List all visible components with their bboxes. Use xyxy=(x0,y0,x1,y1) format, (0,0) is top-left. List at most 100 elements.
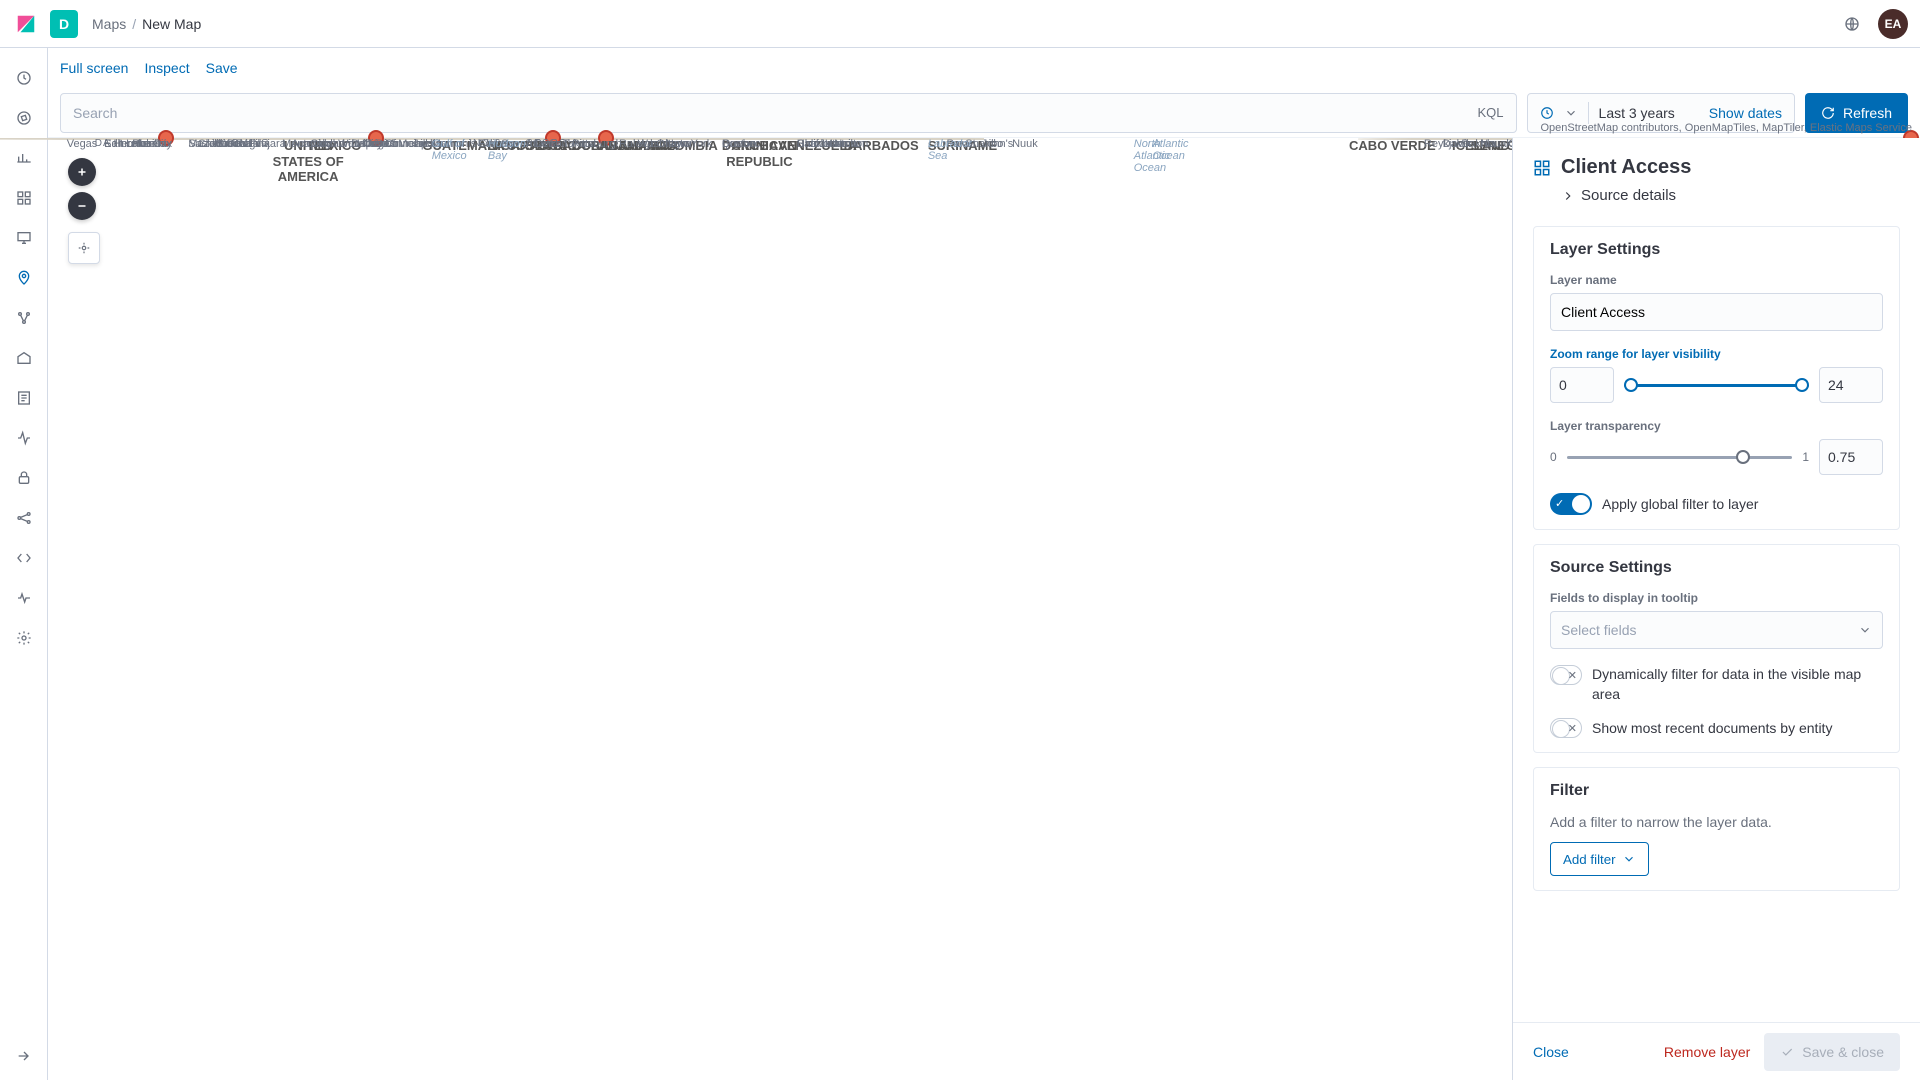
dynamic-filter-toggle[interactable]: ✕ xyxy=(1550,665,1582,685)
nav-recent-icon[interactable] xyxy=(12,66,36,90)
transparency-value-input[interactable]: 0.75 xyxy=(1819,439,1883,475)
chevron-down-icon xyxy=(1564,106,1578,120)
nav-apm-icon[interactable] xyxy=(12,426,36,450)
city-label: Guadalajara xyxy=(226,138,286,150)
remove-layer-button[interactable]: Remove layer xyxy=(1664,1044,1750,1060)
apply-global-filter-toggle[interactable]: ✓ xyxy=(1550,493,1592,515)
city-label: Raleigh xyxy=(619,138,656,150)
layer-settings-section: Layer Settings Layer name Zoom range for… xyxy=(1533,226,1900,530)
city-label: Atlanta xyxy=(525,138,559,150)
breadcrumb-app[interactable]: Maps xyxy=(92,16,126,32)
city-label: Nuuk xyxy=(1012,138,1038,150)
refresh-icon xyxy=(1821,106,1835,120)
top-bar: D Maps / New Map EA xyxy=(0,0,1920,48)
section-heading: Source Settings xyxy=(1550,559,1883,577)
fit-bounds-button[interactable] xyxy=(68,232,100,264)
add-filter-button[interactable]: Add filter xyxy=(1550,842,1649,876)
field-label: Layer transparency xyxy=(1550,419,1883,433)
inspect-link[interactable]: Inspect xyxy=(144,60,189,76)
zoom-controls xyxy=(68,158,100,264)
content-row: UNITEDSTATES OFAMERICA MEXICO CUBA UNITE… xyxy=(48,138,1920,1080)
section-heading: Filter xyxy=(1550,782,1883,800)
water-label: AtlanticOcean xyxy=(1152,138,1188,162)
nav-graph-icon[interactable] xyxy=(12,506,36,530)
nav-dev-icon[interactable] xyxy=(12,546,36,570)
time-range-label: Last 3 years xyxy=(1599,105,1675,121)
kibana-logo-icon[interactable] xyxy=(12,10,40,38)
check-icon xyxy=(1780,1045,1794,1059)
city-label: Vegas xyxy=(67,138,98,150)
clock-icon xyxy=(1540,106,1554,120)
field-label: Fields to display in tooltip xyxy=(1550,591,1883,605)
filter-description: Add a filter to narrow the layer data. xyxy=(1550,814,1883,830)
source-settings-section: Source Settings Fields to display in too… xyxy=(1533,544,1900,753)
toggle-label: Dynamically filter for data in the visib… xyxy=(1592,665,1883,704)
newsfeed-icon[interactable] xyxy=(1840,12,1864,36)
select-placeholder: Select fields xyxy=(1561,622,1636,638)
water-label: HudsonBay xyxy=(488,138,526,162)
save-close-label: Save & close xyxy=(1802,1044,1884,1060)
zoom-min-input[interactable]: 0 xyxy=(1550,367,1614,403)
nav-discover-icon[interactable] xyxy=(12,106,36,130)
main-area: Full screen Inspect Save Search KQL Last… xyxy=(48,48,1920,1080)
save-link[interactable]: Save xyxy=(206,60,238,76)
nav-collapse-icon[interactable] xyxy=(12,1044,36,1068)
transparency-slider[interactable] xyxy=(1567,447,1793,467)
breadcrumb-separator: / xyxy=(132,16,136,32)
nav-monitoring-icon[interactable] xyxy=(12,586,36,610)
source-details-toggle[interactable]: Source details xyxy=(1561,187,1900,204)
search-placeholder: Search xyxy=(73,105,117,121)
show-recent-toggle[interactable]: ✕ xyxy=(1550,718,1582,738)
map-attribution: OpenStreetMap contributors, OpenMapTiles… xyxy=(1540,122,1912,134)
side-nav xyxy=(0,48,48,1080)
range-min-label: 0 xyxy=(1550,450,1557,464)
nav-visualize-icon[interactable] xyxy=(12,146,36,170)
city-label: Mazatlán xyxy=(188,138,233,150)
nav-logs-icon[interactable] xyxy=(12,386,36,410)
chevron-down-icon xyxy=(1622,852,1636,866)
nav-dashboard-icon[interactable] xyxy=(12,186,36,210)
add-filter-label: Add filter xyxy=(1563,852,1616,867)
nav-maps-icon[interactable] xyxy=(12,266,36,290)
refresh-label: Refresh xyxy=(1843,105,1892,121)
nav-canvas-icon[interactable] xyxy=(12,226,36,250)
source-details-label: Source details xyxy=(1581,187,1676,204)
tooltip-fields-select[interactable]: Select fields xyxy=(1550,611,1883,649)
kql-toggle[interactable]: KQL xyxy=(1478,105,1504,120)
filter-section: Filter Add a filter to narrow the layer … xyxy=(1533,767,1900,891)
zoom-in-button[interactable] xyxy=(68,158,96,186)
show-dates-link[interactable]: Show dates xyxy=(1709,105,1782,121)
nav-infra-icon[interactable] xyxy=(12,346,36,370)
city-label: Hermosillo xyxy=(114,138,166,150)
water-label: Gulf ofMexico xyxy=(432,138,467,162)
zoom-out-button[interactable] xyxy=(68,192,96,220)
city-label: Ciudad de México xyxy=(310,138,398,150)
layer-editor-panel: Client Access Source details Layer Setti… xyxy=(1512,138,1920,1080)
map-toolbar: Full screen Inspect Save xyxy=(48,48,1920,88)
field-label: Zoom range for layer visibility xyxy=(1550,347,1883,361)
city-label: Hamilton xyxy=(825,138,868,150)
search-input[interactable]: Search KQL xyxy=(60,93,1517,133)
city-label: Dakar xyxy=(1443,138,1472,150)
fullscreen-link[interactable]: Full screen xyxy=(60,60,128,76)
water-label: LabradorSea xyxy=(928,138,972,162)
nav-management-icon[interactable] xyxy=(12,626,36,650)
range-max-label: 1 xyxy=(1802,450,1809,464)
layer-name-input[interactable] xyxy=(1550,293,1883,331)
user-avatar[interactable]: EA xyxy=(1878,9,1908,39)
panel-title: Client Access xyxy=(1561,156,1691,179)
nav-security-icon[interactable] xyxy=(12,466,36,490)
breadcrumb-page: New Map xyxy=(142,16,201,32)
toggle-label: Show most recent documents by entity xyxy=(1592,720,1832,736)
panel-footer: Close Remove layer Save & close xyxy=(1513,1022,1920,1080)
chevron-right-icon xyxy=(1561,189,1575,203)
space-selector[interactable]: D xyxy=(50,10,78,38)
save-close-button[interactable]: Save & close xyxy=(1764,1033,1900,1071)
zoom-max-input[interactable]: 24 xyxy=(1819,367,1883,403)
toggle-label: Apply global filter to layer xyxy=(1602,496,1758,512)
nav-ml-icon[interactable] xyxy=(12,306,36,330)
close-button[interactable]: Close xyxy=(1533,1044,1569,1060)
zoom-range-slider[interactable] xyxy=(1624,375,1809,395)
city-label: Tampa xyxy=(563,138,596,150)
city-label: Boston xyxy=(722,138,756,150)
